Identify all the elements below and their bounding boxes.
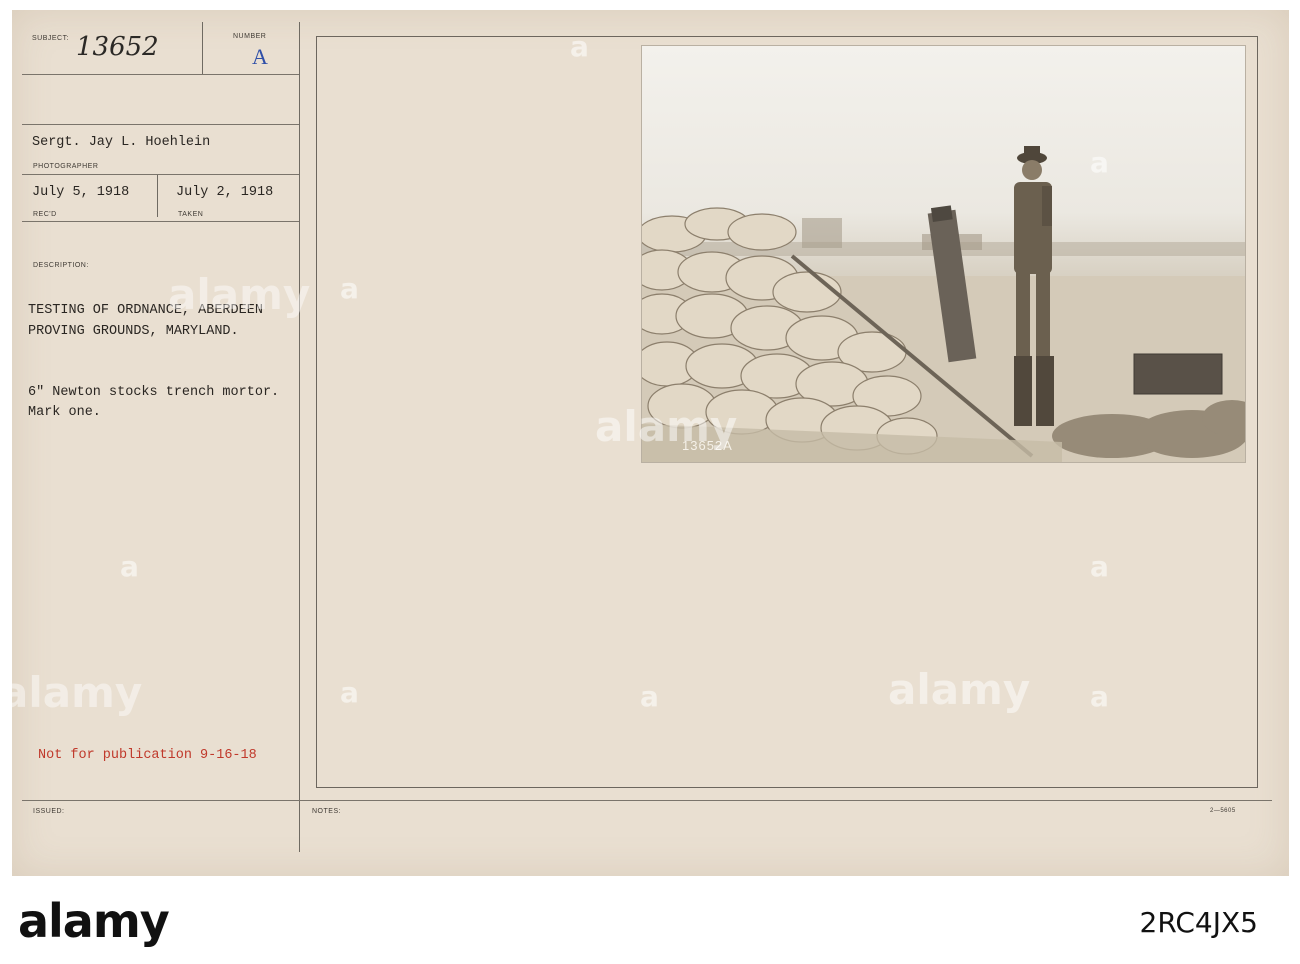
- caption-line-1: 6" Newton stocks trench mortor.: [28, 385, 280, 400]
- watermark-icon: a: [640, 680, 659, 713]
- taken-label: TAKEN: [178, 211, 204, 218]
- subject-label: SUBJECT:: [32, 35, 70, 42]
- number-label: NUMBER: [233, 33, 267, 40]
- form-number: 2—5605: [1210, 808, 1236, 814]
- watermark-icon: a: [340, 676, 359, 709]
- footer-bar: [0, 876, 1300, 964]
- photographer-label: PHOTOGRAPHER: [33, 163, 99, 170]
- photo-scene: [642, 146, 1245, 462]
- notes-label: NOTES:: [312, 808, 342, 815]
- watermark-text: alamy: [888, 665, 1031, 714]
- watermark-icon: a: [1090, 680, 1109, 713]
- left-column-divider: [299, 22, 300, 852]
- watermark-text: alamy: [0, 668, 143, 717]
- photographer-name: Sergt. Jay L. Hoehlein: [32, 135, 211, 150]
- footer-brand-logo[interactable]: alamy: [18, 894, 170, 948]
- issued-label: ISSUED:: [33, 808, 65, 815]
- rule-under-subject: [22, 74, 299, 75]
- rule-under-photographer: [22, 174, 299, 175]
- description-label: DESCRIPTION:: [33, 262, 89, 269]
- caption-line-2: Mark one.: [28, 405, 101, 420]
- watermark-icon: a: [1090, 550, 1109, 583]
- rule-under-dates: [22, 221, 299, 222]
- watermark-icon: a: [1090, 146, 1109, 179]
- watermark-icon: a: [340, 272, 359, 305]
- dates-divider: [157, 175, 158, 217]
- description-line-2: PROVING GROUNDS, MARYLAND.: [28, 324, 239, 339]
- subject-number: 13652: [76, 32, 159, 62]
- rule-above-issued: [22, 800, 1272, 801]
- watermark-text: alamy: [595, 402, 738, 451]
- watermark-icon: a: [570, 30, 589, 63]
- stock-image-id: 2RC4JX5: [1139, 906, 1259, 939]
- subject-number-divider: [202, 22, 203, 74]
- archival-photograph: 13652A: [641, 45, 1246, 463]
- watermark-icon: a: [120, 550, 139, 583]
- number-value: A: [252, 44, 268, 69]
- taken-date: July 2, 1918: [176, 185, 274, 200]
- watermark-text: alamy: [168, 270, 311, 319]
- received-date: July 5, 1918: [32, 185, 130, 200]
- not-for-publication-stamp: Not for publication 9-16-18: [38, 748, 257, 763]
- received-label: REC'D: [33, 211, 57, 218]
- rule-under-header: [22, 124, 299, 125]
